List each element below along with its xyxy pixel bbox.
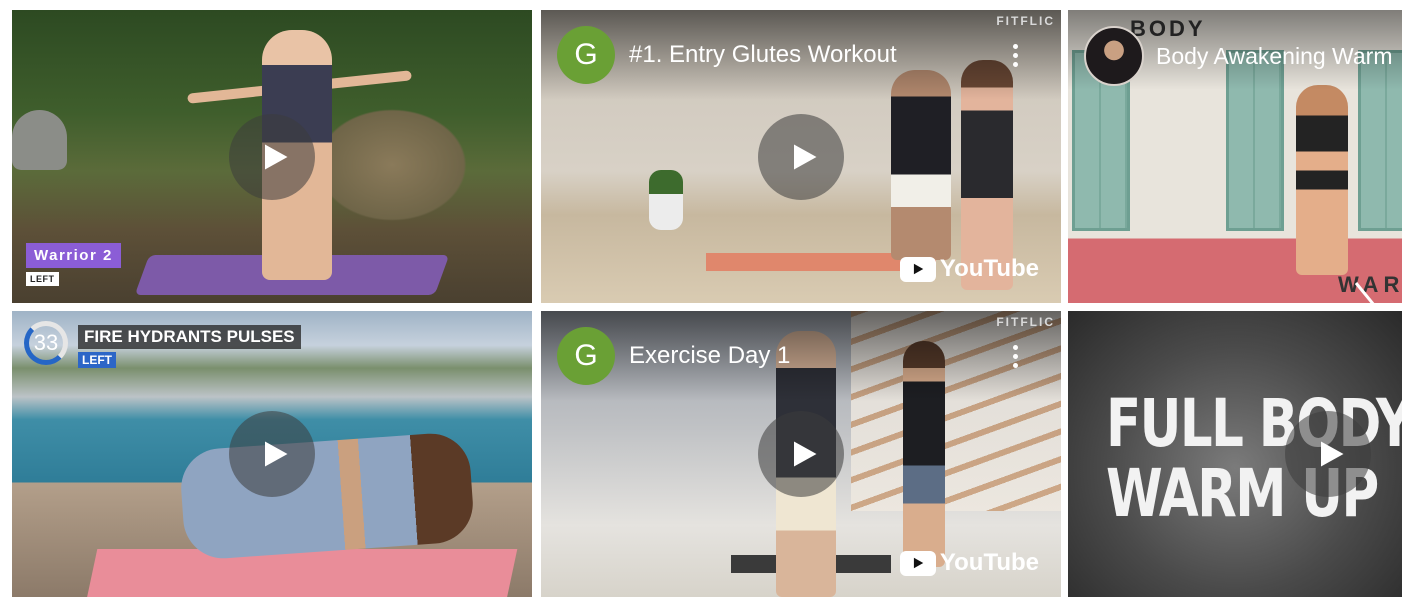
- play-icon: [265, 441, 288, 467]
- side-badge: LEFT: [78, 352, 116, 368]
- channel-avatar[interactable]: G: [557, 327, 615, 385]
- side-badge: LEFT: [26, 272, 59, 286]
- youtube-wordmark: YouTube: [939, 549, 1039, 576]
- chevron-right-icon[interactable]: [1350, 275, 1380, 303]
- thumbnail-rock: [12, 110, 67, 170]
- video-tile-body-awakening[interactable]: BODY Body Awakening Warm WAR: [1068, 10, 1402, 303]
- play-icon: [1321, 441, 1344, 467]
- video-title[interactable]: Body Awakening Warm: [1156, 43, 1393, 70]
- video-tile-warrior-2[interactable]: Warrior 2 LEFT: [12, 10, 532, 303]
- thumbnail-person: [178, 431, 476, 561]
- youtube-logo[interactable]: YouTube: [899, 255, 1039, 283]
- video-tile-exercise-day-1[interactable]: FITFLIC G Exercise Day 1 YouTube: [541, 311, 1061, 597]
- youtube-wordmark: YouTube: [939, 255, 1039, 282]
- exercise-caption: FIRE HYDRANTS PULSES: [78, 325, 301, 349]
- more-vertical-icon[interactable]: [1013, 345, 1019, 369]
- video-tile-fire-hydrants[interactable]: 33 FIRE HYDRANTS PULSES LEFT: [12, 311, 532, 597]
- video-title[interactable]: Exercise Day 1: [629, 342, 790, 370]
- youtube-play-icon: [899, 550, 936, 576]
- channel-avatar[interactable]: G: [557, 26, 615, 84]
- overlay-text: BODY: [1130, 16, 1206, 41]
- play-button[interactable]: [758, 411, 844, 497]
- thumbnail-plant: [649, 170, 683, 230]
- channel-avatar[interactable]: [1084, 26, 1144, 86]
- watermark: FITFLIC: [996, 14, 1055, 28]
- watermark: FITFLIC: [996, 315, 1055, 329]
- more-vertical-icon[interactable]: [1013, 44, 1019, 68]
- pose-tag: Warrior 2: [26, 243, 121, 268]
- top-shade: [541, 311, 1061, 401]
- video-tile-full-body-warm-up[interactable]: FULL BODY WARM UP: [1068, 311, 1402, 597]
- video-tile-entry-glutes[interactable]: FITFLIC G #1. Entry Glutes Workout YouTu…: [541, 10, 1061, 303]
- thumbnail-person: [1296, 85, 1348, 275]
- play-icon: [794, 144, 817, 169]
- play-icon: [794, 441, 817, 467]
- video-title[interactable]: #1. Entry Glutes Workout: [629, 41, 897, 69]
- thumbnail-mat: [86, 549, 518, 597]
- play-button[interactable]: [758, 113, 844, 200]
- play-icon: [265, 144, 288, 169]
- youtube-play-icon: [899, 256, 936, 282]
- play-button[interactable]: [229, 411, 315, 497]
- youtube-logo[interactable]: YouTube: [899, 549, 1039, 577]
- timer-badge: 33: [24, 321, 68, 365]
- play-button[interactable]: [1285, 411, 1371, 497]
- play-button[interactable]: [229, 113, 315, 200]
